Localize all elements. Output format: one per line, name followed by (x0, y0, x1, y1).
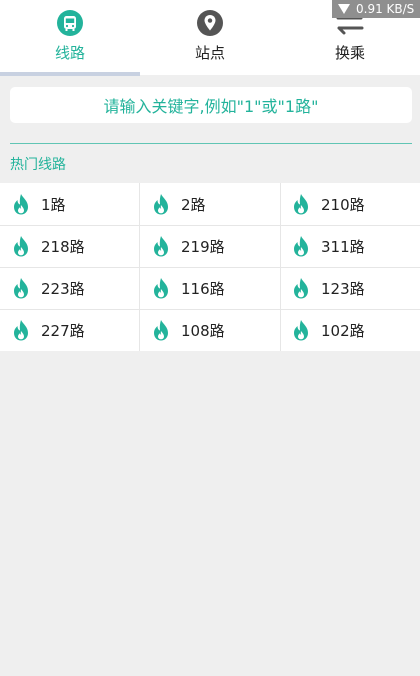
hot-route-item[interactable]: 116路 (140, 267, 280, 309)
route-label: 2路 (181, 195, 206, 214)
route-label: 218路 (41, 237, 85, 256)
route-label: 123路 (321, 279, 365, 298)
network-speed: 0.91 KB/S (356, 2, 415, 16)
tab-routes-label: 线路 (54, 44, 85, 62)
tab-routes[interactable]: 线路 (0, 0, 140, 72)
flame-icon (294, 320, 308, 341)
bus-icon (57, 10, 83, 36)
flame-icon (154, 194, 168, 215)
route-label: 102路 (321, 321, 365, 340)
flame-icon (294, 194, 308, 215)
status-bar-chip: 0.91 KB/S (332, 0, 420, 18)
route-label: 219路 (181, 237, 225, 256)
hot-route-item[interactable]: 219路 (140, 225, 280, 267)
route-label: 311路 (321, 237, 365, 256)
route-label: 210路 (321, 195, 365, 214)
active-tab-indicator (0, 72, 140, 76)
tab-stops-label: 站点 (194, 44, 225, 62)
route-label: 1路 (41, 195, 66, 214)
flame-icon (154, 320, 168, 341)
hot-routes-grid: 1路 2路 210路 218路 219路 311路 223路 116路 123路 227路 108路… (0, 183, 420, 351)
hot-route-item[interactable]: 223路 (0, 267, 140, 309)
flame-icon (294, 236, 308, 257)
hot-route-item[interactable]: 210路 (280, 183, 420, 225)
flame-icon (154, 278, 168, 299)
flame-icon (14, 194, 28, 215)
hot-route-item[interactable]: 108路 (140, 309, 280, 351)
wifi-icon (338, 4, 350, 14)
flame-icon (294, 278, 308, 299)
hot-route-item[interactable]: 218路 (0, 225, 140, 267)
flame-icon (14, 320, 28, 341)
hot-route-item[interactable]: 311路 (280, 225, 420, 267)
search-placeholder: 请输入关键字,例如"1"或"1路" (103, 97, 319, 116)
hot-route-item[interactable]: 102路 (280, 309, 420, 351)
hot-route-item[interactable]: 123路 (280, 267, 420, 309)
route-label: 108路 (181, 321, 225, 340)
hot-route-item[interactable]: 227路 (0, 309, 140, 351)
flame-icon (14, 236, 28, 257)
location-pin-icon (197, 10, 223, 36)
flame-icon (14, 278, 28, 299)
flame-icon (154, 236, 168, 257)
route-label: 223路 (41, 279, 85, 298)
search-input[interactable]: 请输入关键字,例如"1"或"1路" (10, 87, 412, 123)
hot-routes-title: 热门线路 (10, 157, 66, 173)
tab-transfer-label: 换乘 (334, 44, 365, 62)
tab-stops[interactable]: 站点 (140, 0, 280, 72)
section-divider (10, 143, 412, 144)
hot-route-item[interactable]: 1路 (0, 183, 140, 225)
hot-route-item[interactable]: 2路 (140, 183, 280, 225)
route-label: 116路 (181, 279, 225, 298)
route-label: 227路 (41, 321, 85, 340)
